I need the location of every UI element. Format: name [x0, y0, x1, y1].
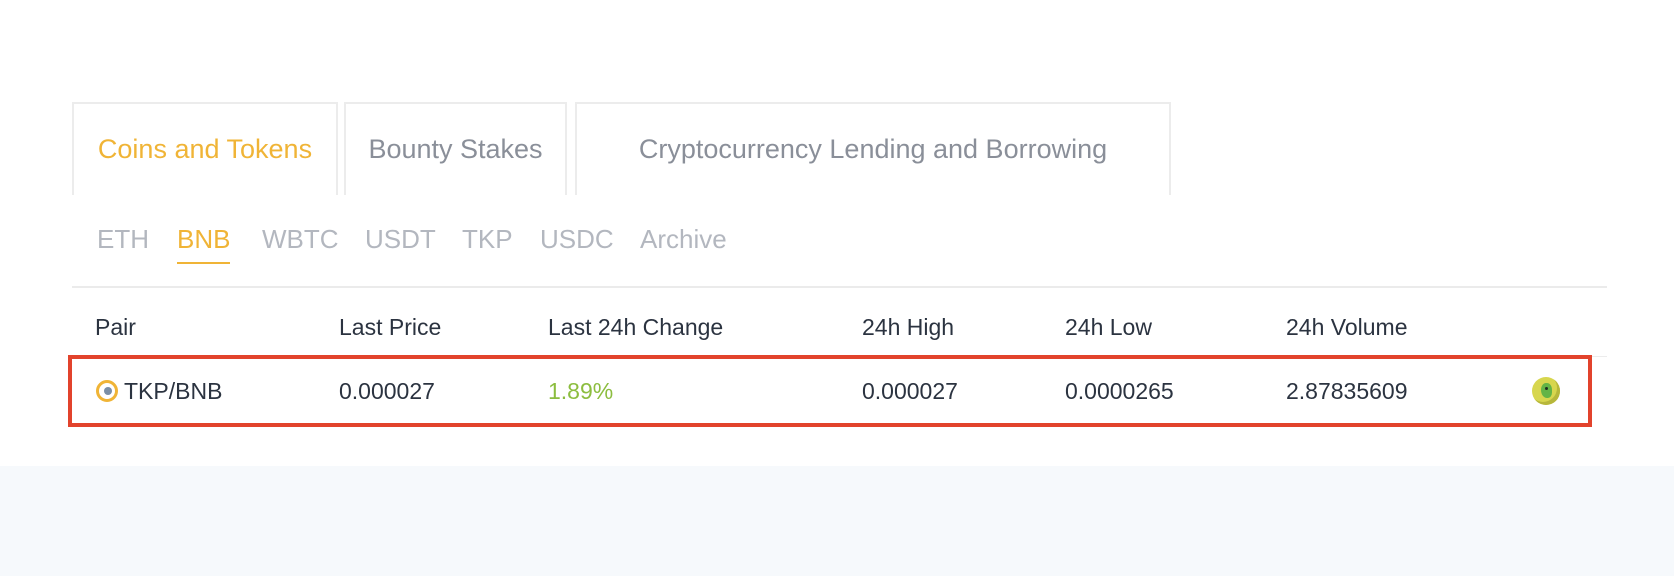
- subtab-bnb[interactable]: BNB: [177, 220, 231, 264]
- column-header-pair[interactable]: Pair: [95, 310, 136, 344]
- column-header-change[interactable]: Last 24h Change: [548, 310, 723, 344]
- page-footer-area: [0, 466, 1674, 576]
- subtab-usdc[interactable]: USDC: [540, 220, 614, 258]
- column-header-high[interactable]: 24h High: [862, 310, 954, 344]
- pair-cell: TKP/BNB: [96, 359, 222, 423]
- low-cell: 0.0000265: [1065, 377, 1174, 404]
- high-cell: 0.000027: [862, 377, 958, 404]
- column-header-volume[interactable]: 24h Volume: [1286, 310, 1407, 344]
- last-price-cell: 0.000027: [339, 377, 435, 404]
- table-row[interactable]: TKP/BNB 0.000027 1.89% 0.000027 0.000026…: [68, 355, 1592, 427]
- tab-lending-borrowing[interactable]: Cryptocurrency Lending and Borrowing: [575, 102, 1171, 195]
- dex-parrot-icon[interactable]: [1532, 377, 1560, 405]
- subtab-archive[interactable]: Archive: [640, 220, 727, 258]
- tkp-coin-icon: [96, 380, 118, 402]
- subtab-usdt[interactable]: USDT: [365, 220, 436, 258]
- table-header: Pair Last Price Last 24h Change 24h High…: [72, 310, 1607, 346]
- column-header-last-price[interactable]: Last Price: [339, 310, 441, 344]
- tab-bounty-stakes[interactable]: Bounty Stakes: [344, 102, 567, 195]
- subtab-eth[interactable]: ETH: [97, 220, 149, 258]
- tab-coins-and-tokens[interactable]: Coins and Tokens: [72, 102, 338, 195]
- tabs-divider: [72, 286, 1607, 288]
- subtab-wbtc[interactable]: WBTC: [262, 220, 339, 258]
- pair-label: TKP/BNB: [124, 377, 223, 404]
- column-header-low[interactable]: 24h Low: [1065, 310, 1152, 344]
- subtab-tkp[interactable]: TKP: [462, 220, 513, 258]
- volume-cell: 2.87835609: [1286, 377, 1408, 404]
- change-cell: 1.89%: [548, 377, 614, 404]
